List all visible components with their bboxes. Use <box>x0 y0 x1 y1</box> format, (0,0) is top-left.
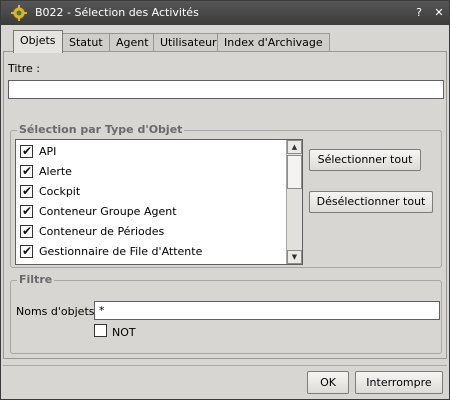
deselect-all-button[interactable]: Désélectionner tout <box>309 191 433 213</box>
checkbox[interactable]: ✔ <box>20 204 33 218</box>
title-label: Titre : <box>8 62 41 75</box>
object-names-label: Noms d'objets: <box>16 305 99 318</box>
checkmark-icon: ✔ <box>22 224 33 238</box>
list-item-label: Conteneur de Périodes <box>39 225 165 238</box>
checkbox[interactable]: ✔ <box>20 144 33 158</box>
object-type-list[interactable]: ✔ API ✔ Alerte ✔ Cockpit ✔ Conteneur Gro… <box>15 139 303 265</box>
scroll-up-arrow-icon[interactable]: ▲ <box>287 140 302 154</box>
checkbox[interactable]: ✔ <box>20 224 33 238</box>
scroll-thumb[interactable] <box>287 155 302 189</box>
list-item-label: Cockpit <box>39 185 81 198</box>
select-all-button[interactable]: Sélectionner tout <box>309 149 421 171</box>
checkmark-icon: ✔ <box>22 144 33 158</box>
scroll-down-arrow-icon[interactable]: ▼ <box>287 250 302 264</box>
gear-wheel-icon <box>11 5 27 21</box>
help-button[interactable]: ? <box>411 5 427 21</box>
list-scrollbar[interactable]: ▲ ▼ <box>286 140 302 264</box>
checkmark-icon: ✔ <box>22 164 33 178</box>
title-input[interactable] <box>8 80 444 99</box>
ok-button[interactable]: OK <box>307 371 349 394</box>
not-checkbox[interactable] <box>94 324 107 337</box>
tab-objets[interactable]: Objets <box>13 30 63 53</box>
type-selection-legend: Sélection par Type d'Objet <box>17 123 185 136</box>
close-button[interactable]: ✕ <box>431 5 447 21</box>
object-names-input[interactable]: * <box>94 301 440 320</box>
checkbox[interactable]: ✔ <box>20 244 33 258</box>
tab-statut[interactable]: Statut <box>62 33 110 52</box>
filter-legend: Filtre <box>17 273 55 286</box>
tab-index-archivage[interactable]: Index d'Archivage <box>217 33 330 52</box>
list-item-label: API <box>39 145 57 158</box>
cancel-button[interactable]: Interrompre <box>355 371 443 394</box>
footer-separator <box>3 365 447 366</box>
checkbox[interactable]: ✔ <box>20 164 33 178</box>
dialog-window: B022 - Sélection des Activités ? ✕ Objet… <box>0 0 450 400</box>
type-selection-group: Sélection par Type d'Objet ✔ API ✔ Alert… <box>10 123 442 268</box>
not-label: NOT <box>112 326 136 339</box>
tab-utilisateur[interactable]: Utilisateur <box>153 33 224 52</box>
window-title: B022 - Sélection des Activités <box>35 6 199 19</box>
filter-group: Filtre Noms d'objets: * NOT <box>10 273 442 354</box>
title-bar[interactable]: B022 - Sélection des Activités ? ✕ <box>1 1 449 25</box>
objets-panel: Titre : Sélection par Type d'Objet ✔ API… <box>3 51 447 359</box>
checkmark-icon: ✔ <box>22 244 33 258</box>
list-item-label: Alerte <box>39 165 72 178</box>
list-item-label: Gestionnaire de File d'Attente <box>39 245 203 258</box>
checkmark-icon: ✔ <box>22 204 33 218</box>
checkbox[interactable]: ✔ <box>20 184 33 198</box>
tab-agent[interactable]: Agent <box>109 33 156 52</box>
list-item-label: Conteneur Groupe Agent <box>39 205 177 218</box>
checkmark-icon: ✔ <box>22 184 33 198</box>
